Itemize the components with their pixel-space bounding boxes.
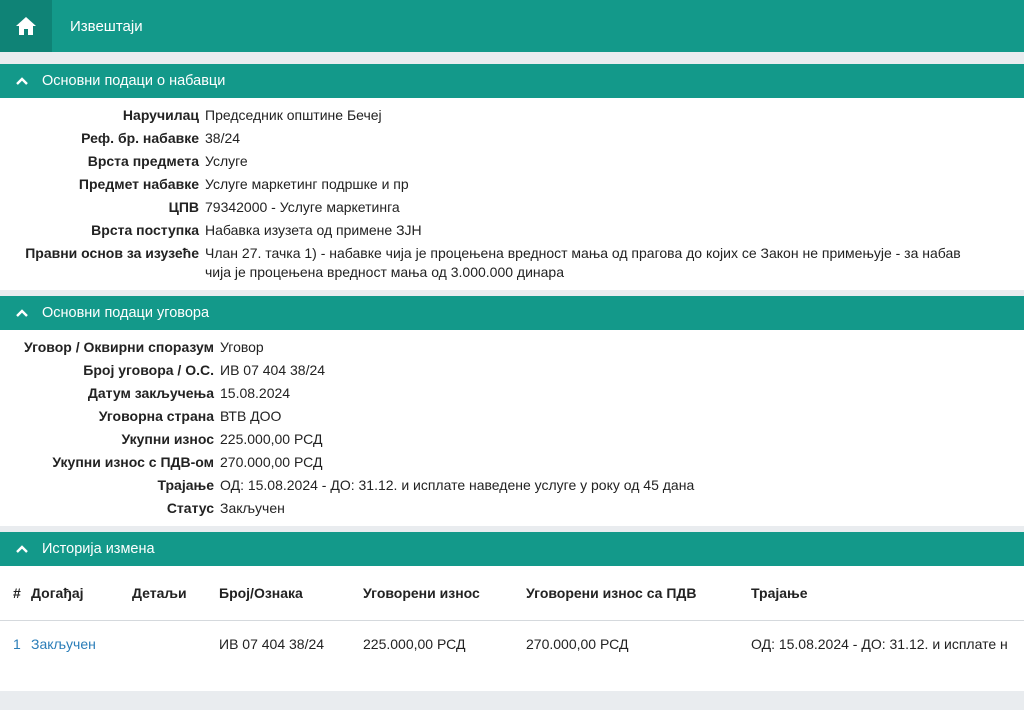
value-conclusion-date: 15.08.2024	[220, 385, 291, 401]
col-duration: Трајање	[751, 566, 1024, 621]
history-header-row: # Догађај Детаљи Број/Ознака Уговорени и…	[0, 566, 1024, 621]
procurement-row: Правни основ за изузеће Члан 27. тачка 1…	[0, 242, 961, 284]
value-contract-number: ИВ 07 404 38/24	[220, 362, 326, 378]
history-section: Историја измена # Догађај Детаљи Број/Оз…	[0, 532, 1024, 691]
chevron-up-icon	[15, 74, 29, 88]
value-client: Председник општине Бечеј	[205, 107, 382, 123]
chevron-up-icon	[15, 542, 29, 556]
procurement-row: ЦПВ 79342000 - Услуге маркетинга	[0, 196, 961, 219]
legal-basis-line-1: Члан 27. тачка 1) - набавке чија је проц…	[205, 245, 961, 261]
contract-section-header[interactable]: Основни подаци уговора	[0, 296, 1024, 330]
label-conclusion-date: Датум закључења	[87, 385, 214, 401]
row-amount-vat: 270.000,00 РСД	[526, 636, 629, 652]
col-amount-vat: Уговорени износ са ПДВ	[526, 566, 751, 621]
chevron-up-icon	[15, 306, 29, 320]
contract-row: Датум закључења 15.08.2024	[0, 382, 694, 405]
value-total-amount: 225.000,00 РСД	[220, 431, 323, 447]
label-procedure-type: Врста поступка	[91, 222, 199, 238]
history-section-header[interactable]: Историја измена	[0, 532, 1024, 566]
contract-row: Уговорна страна ВТВ ДОО	[0, 405, 694, 428]
label-subject: Предмет набавке	[78, 176, 199, 192]
label-subject-type: Врста предмета	[87, 153, 199, 169]
value-subject-type: Услуге	[205, 153, 248, 169]
value-duration: ОД: 15.08.2024 - ДО: 31.12. и исплате на…	[220, 477, 695, 493]
value-status: Закључен	[220, 500, 285, 516]
procurement-row: Предмет набавке Услуге маркетинг подршке…	[0, 173, 961, 196]
value-contracting-party: ВТВ ДОО	[220, 408, 282, 424]
value-procedure-type: Набавка изузета од примене ЗЈН	[205, 222, 422, 238]
home-icon	[16, 17, 36, 35]
table-row: 1 Закључен ИВ 07 404 38/24 225.000,00 РС…	[0, 621, 1024, 668]
procurement-section-title: Основни подаци о набавци	[42, 73, 226, 89]
value-subject: Услуге маркетинг подршке и пр	[205, 176, 409, 192]
reports-nav-link[interactable]: Извештаји	[70, 18, 143, 35]
contract-row: Статус Закључен	[0, 497, 694, 520]
history-table: # Догађај Детаљи Број/Ознака Уговорени и…	[0, 566, 1024, 691]
procurement-row: Наручилац Председник општине Бечеј	[0, 104, 961, 127]
procurement-section-header[interactable]: Основни подаци о набавци	[0, 64, 1024, 98]
row-number-link[interactable]: 1	[0, 621, 31, 668]
contract-row: Број уговора / О.С. ИВ 07 404 38/24	[0, 359, 694, 382]
label-status: Статус	[166, 500, 214, 516]
history-section-title: Историја измена	[42, 541, 155, 557]
row-amount: 225.000,00 РСД	[363, 636, 466, 652]
label-duration: Трајање	[157, 477, 214, 493]
col-amount: Уговорени износ	[363, 566, 526, 621]
home-button[interactable]	[0, 0, 52, 52]
value-cpv: 79342000 - Услуге маркетинга	[205, 199, 400, 215]
label-ref-number: Реф. бр. набавке	[81, 130, 199, 146]
value-contract-type: Уговор	[220, 339, 264, 355]
contract-row: Укупни износ с ПДВ-ом 270.000,00 РСД	[0, 451, 694, 474]
col-contract-number: Број/Ознака	[219, 566, 363, 621]
value-legal-basis: Члан 27. тачка 1) - набавке чија је проц…	[205, 242, 961, 284]
procurement-row: Реф. бр. набавке 38/24	[0, 127, 961, 150]
col-event: Догађај	[31, 566, 132, 621]
row-details	[132, 621, 219, 668]
col-details: Детаљи	[132, 566, 219, 621]
contract-section-title: Основни подаци уговора	[42, 305, 210, 321]
top-navbar: Извештаји	[0, 0, 1024, 52]
label-contract-type: Уговор / Оквирни споразум	[23, 339, 214, 355]
label-contracting-party: Уговорна страна	[98, 408, 214, 424]
table-padding-row	[0, 667, 1024, 691]
col-number: #	[0, 566, 31, 621]
procurement-row: Врста предмета Услуге	[0, 150, 961, 173]
contract-row: Укупни износ 225.000,00 РСД	[0, 428, 694, 451]
label-contract-number: Број уговора / О.С.	[83, 362, 214, 378]
value-ref-number: 38/24	[205, 130, 241, 146]
procurement-row: Врста поступка Набавка изузета од примен…	[0, 219, 961, 242]
spacer	[0, 52, 1024, 64]
legal-basis-line-2: чија је процењена вредност мања од 3.000…	[205, 264, 564, 280]
procurement-details: Наручилац Председник општине Бечеј Реф. …	[0, 104, 961, 284]
contract-row: Уговор / Оквирни споразум Уговор	[0, 336, 694, 359]
label-client: Наручилац	[122, 107, 199, 123]
label-legal-basis: Правни основ за изузеће	[25, 245, 199, 261]
row-contract-number: ИВ 07 404 38/24	[219, 636, 325, 652]
contract-details: Уговор / Оквирни споразум Уговор Број уг…	[0, 336, 694, 520]
value-total-amount-vat: 270.000,00 РСД	[220, 454, 323, 470]
label-total-amount: Укупни износ	[121, 431, 214, 447]
label-total-amount-vat: Укупни износ с ПДВ-ом	[52, 454, 214, 470]
contract-row: Трајање ОД: 15.08.2024 - ДО: 31.12. и ис…	[0, 474, 694, 497]
label-cpv: ЦПВ	[168, 199, 199, 215]
procurement-section: Основни подаци о набавци Наручилац Предс…	[0, 64, 1024, 290]
contract-section: Основни подаци уговора Уговор / Оквирни …	[0, 296, 1024, 526]
row-event-link[interactable]: Закључен	[31, 621, 132, 668]
row-duration: ОД: 15.08.2024 - ДО: 31.12. и исплате н	[751, 636, 1008, 652]
